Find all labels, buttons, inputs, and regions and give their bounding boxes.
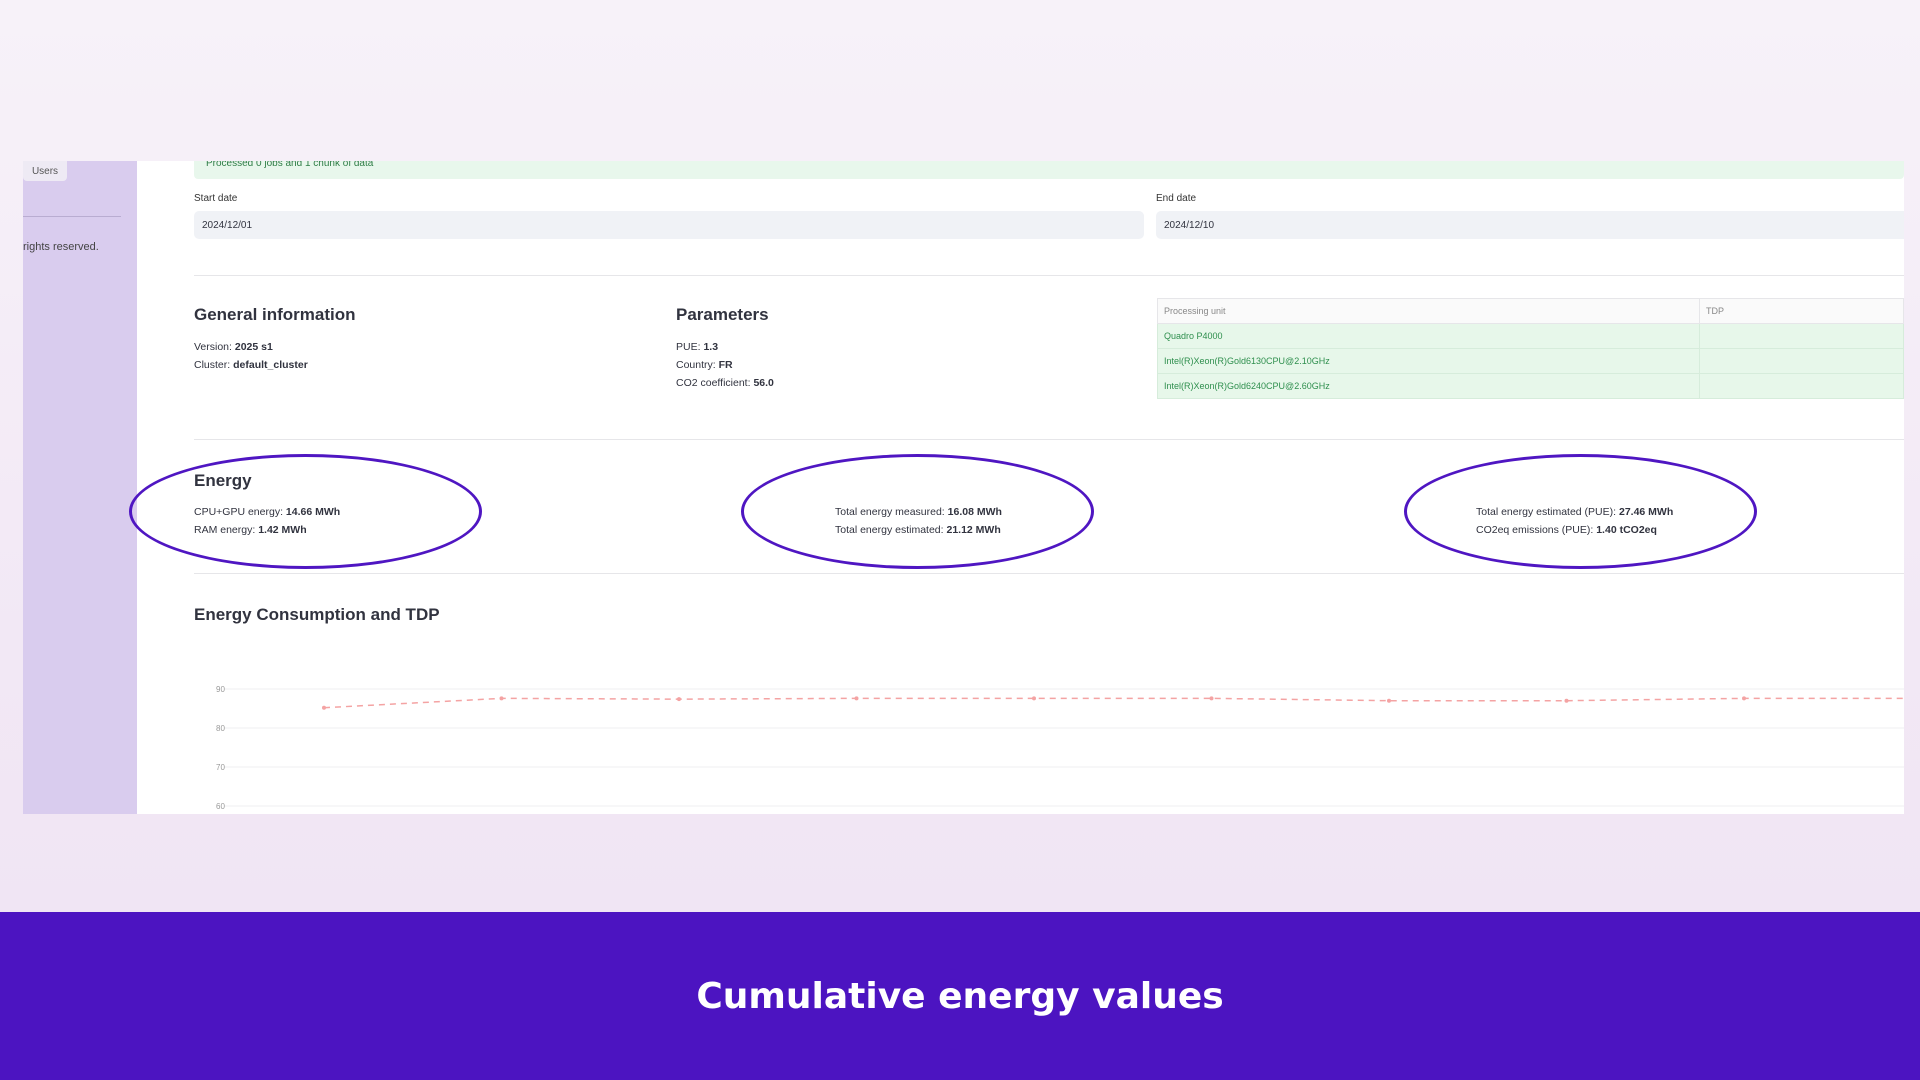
co2-coefficient-label: CO2 coefficient: bbox=[676, 377, 751, 389]
chart-y-tick-label: 80 bbox=[216, 724, 225, 733]
pue-value: 1.3 bbox=[703, 341, 719, 353]
highlight-oval-total-measured bbox=[741, 454, 1094, 569]
general-info-values: Version: 2025 s1 Cluster: default_cluste… bbox=[194, 338, 308, 374]
divider bbox=[194, 275, 1904, 276]
sidebar-footer: rights reserved. bbox=[23, 241, 99, 253]
table-header-processing-unit[interactable]: Processing unit bbox=[1157, 298, 1700, 324]
chart-y-ticks: 90 80 70 60 bbox=[216, 685, 225, 811]
chart-grid bbox=[224, 688, 1904, 807]
chart-point[interactable] bbox=[677, 697, 681, 702]
cluster-value: default_cluster bbox=[233, 359, 308, 371]
table-row: Quadro P4000 bbox=[1157, 323, 1904, 349]
table-cell bbox=[1699, 323, 1904, 349]
start-date-input[interactable] bbox=[194, 211, 1144, 239]
divider bbox=[194, 573, 1904, 574]
country-value: FR bbox=[718, 359, 733, 371]
end-date-input[interactable] bbox=[1156, 211, 1904, 239]
general-info-title: General information bbox=[194, 305, 356, 324]
table-cell: Intel(R)Xeon(R)Gold6130CPU@2.10GHz bbox=[1157, 348, 1700, 374]
banner-title: Cumulative energy values bbox=[696, 975, 1224, 1017]
chart-y-tick-label: 60 bbox=[216, 802, 225, 811]
chart-point[interactable] bbox=[1742, 696, 1746, 701]
pue-label: PUE: bbox=[676, 341, 701, 353]
highlight-oval-pue-co2 bbox=[1404, 454, 1757, 569]
table-cell bbox=[1699, 373, 1904, 399]
energy-tdp-chart: 90 80 70 60 bbox=[216, 685, 1904, 811]
divider bbox=[194, 439, 1904, 440]
parameters-title: Parameters bbox=[676, 305, 769, 324]
country-label: Country: bbox=[676, 359, 716, 371]
table-row: Intel(R)Xeon(R)Gold6240CPU@2.60GHz bbox=[1157, 373, 1904, 399]
processing-unit-table: Processing unit TDP Quadro P4000 Intel(R… bbox=[1157, 298, 1904, 399]
chart-y-tick-label: 90 bbox=[216, 685, 225, 694]
chart-series bbox=[322, 696, 1904, 710]
version-label: Version: bbox=[194, 341, 232, 353]
table-cell: Quadro P4000 bbox=[1157, 323, 1700, 349]
sidebar: Users rights reserved. bbox=[23, 161, 137, 814]
parameters-values: PUE: 1.3 Country: FR CO2 coefficient: 56… bbox=[676, 338, 774, 392]
table-cell bbox=[1699, 348, 1904, 374]
co2-coefficient-value: 56.0 bbox=[753, 377, 774, 389]
version-value: 2025 s1 bbox=[234, 341, 273, 353]
app-screenshot: Users rights reserved. Processed 0 jobs … bbox=[23, 161, 1904, 814]
status-message: Processed 0 jobs and 1 chunk of data bbox=[194, 161, 1904, 179]
chart-series-line bbox=[323, 697, 1904, 709]
chart-point[interactable] bbox=[499, 696, 504, 701]
chart-point[interactable] bbox=[322, 705, 326, 710]
table-header-tdp[interactable]: TDP bbox=[1699, 298, 1904, 324]
chart-point[interactable] bbox=[1387, 698, 1391, 703]
chart-point[interactable] bbox=[854, 696, 859, 701]
chart-point[interactable] bbox=[1032, 696, 1036, 701]
caption-banner: Cumulative energy values bbox=[0, 912, 1920, 1080]
highlight-oval-cpu-ram bbox=[129, 454, 482, 569]
end-date-label: End date bbox=[1156, 193, 1197, 204]
sidebar-divider bbox=[23, 216, 121, 217]
start-date-label: Start date bbox=[194, 193, 238, 204]
table-row: Intel(R)Xeon(R)Gold6130CPU@2.10GHz bbox=[1157, 348, 1904, 374]
energy-consumption-title: Energy Consumption and TDP bbox=[194, 605, 440, 624]
chart-y-tick-label: 70 bbox=[216, 763, 225, 772]
table-cell: Intel(R)Xeon(R)Gold6240CPU@2.60GHz bbox=[1157, 373, 1700, 399]
chart-point[interactable] bbox=[1209, 696, 1214, 701]
sidebar-item-users[interactable]: Users bbox=[23, 161, 67, 181]
chart-point[interactable] bbox=[1564, 698, 1569, 703]
cluster-label: Cluster: bbox=[194, 359, 231, 371]
